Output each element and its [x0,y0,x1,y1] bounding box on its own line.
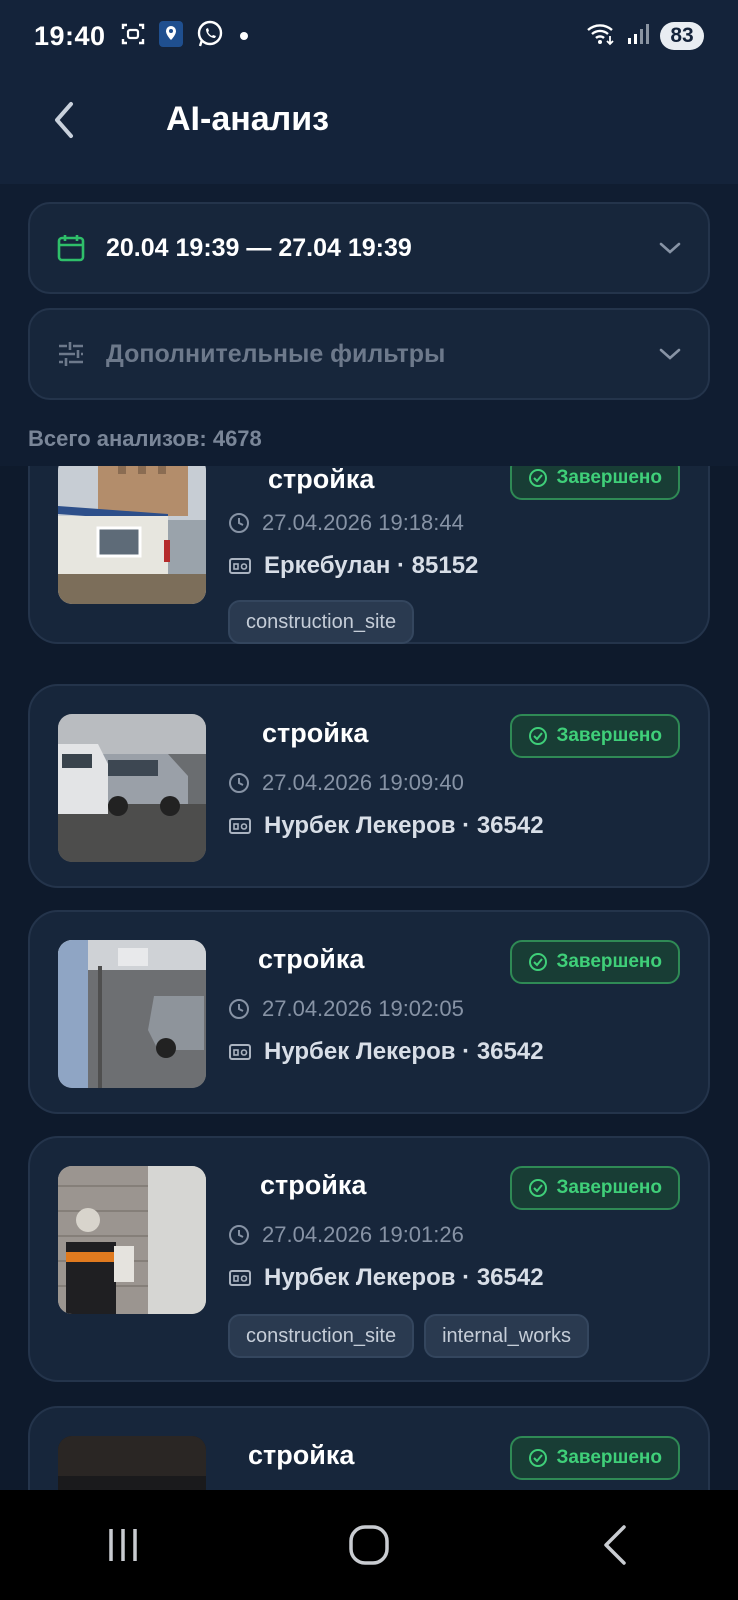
check-circle-icon [529,1449,548,1467]
system-nav-bar [0,1490,738,1600]
recent-apps-button[interactable] [63,1505,183,1585]
card-user: Нурбек Лекеров · 36542 [228,1264,544,1292]
chevron-left-icon [55,102,73,138]
app-bar: AI-анализ [0,72,738,184]
card-datetime: 27.04.2026 19:18:44 [228,510,464,536]
thumbnail-street-photo [58,940,206,1088]
clock-icon [229,773,249,793]
card-title: стройка [248,1440,355,1470]
analysis-card[interactable]: стройка Завершено 27.04.2026 19:18:44 Ер… [28,466,710,644]
status-time: 19:40 [34,20,106,51]
status-badge: Завершено [510,1166,680,1210]
back-icon [604,1525,626,1565]
analysis-card[interactable]: стройка Завершено 27.04.2026 19:02:05 Ну… [28,910,710,1114]
clock-icon [229,999,249,1019]
status-text: Завершено [556,1177,662,1198]
analysis-list[interactable]: стройка Завершено 27.04.2026 19:18:44 Ер… [0,466,738,1490]
card-title: стройка [258,944,365,974]
device-icon [229,1270,251,1286]
additional-filters-label: Дополнительные фильтры [106,339,446,368]
tag[interactable]: construction_site [228,600,415,644]
tag[interactable]: internal_works [424,1314,590,1358]
thumbnail-cars-photo [58,714,206,862]
status-text: Завершено [556,467,662,488]
status-badge: Завершено [510,1436,680,1480]
device-icon [229,1044,251,1060]
thumbnail-building-photo [58,466,206,604]
card-user: Еркебулан · 85152 [228,552,478,580]
home-button[interactable] [309,1505,429,1585]
check-circle-icon [529,469,548,487]
card-title: стройка [262,718,369,748]
whatsapp-icon [196,20,224,53]
notification-dot-icon [239,32,248,40]
analysis-card[interactable]: стройка Завершено 27.04.2026 19:01:26 Ну… [28,1136,710,1382]
clock-icon [229,513,249,533]
page-title: AI-анализ [166,100,330,138]
check-circle-icon [529,1179,548,1197]
device-icon [229,558,251,574]
card-title: стройка [268,466,375,494]
status-badge: Завершено [510,714,680,758]
sliders-icon [59,342,83,366]
filters-panel: 20.04 19:39 — 27.04 19:39 Дополнительные… [0,184,738,466]
location-app-icon [158,20,184,53]
calendar-icon [57,235,85,262]
battery-indicator: 83 [660,22,704,50]
status-bar: 19:40 83 [0,0,738,72]
status-badge: Завершено [510,466,680,500]
chevron-down-icon [659,242,681,254]
card-tags: construction_site internal_works [228,1314,590,1358]
card-tags: construction_site [228,600,415,644]
card-datetime: 27.04.2026 19:09:40 [228,770,464,796]
signal-icon [626,22,650,51]
card-user: Нурбек Лекеров · 36542 [228,812,544,840]
analysis-card[interactable]: стройка Завершено [28,1406,710,1490]
wifi-icon [586,22,616,51]
back-button[interactable] [40,96,88,144]
clock-icon [229,1225,249,1245]
status-text: Завершено [556,1447,662,1468]
card-datetime: 27.04.2026 19:01:26 [228,1222,464,1248]
recent-apps-icon [109,1529,137,1561]
date-range-selector[interactable]: 20.04 19:39 — 27.04 19:39 [28,202,710,294]
total-count: Всего анализов: 4678 [28,426,262,451]
device-icon [229,818,251,834]
card-title: стройка [260,1170,367,1200]
analysis-card[interactable]: стройка Завершено 27.04.2026 19:09:40 Ну… [28,684,710,888]
card-user: Нурбек Лекеров · 36542 [228,1038,544,1066]
status-text: Завершено [556,725,662,746]
tag[interactable]: construction_site [228,1314,415,1358]
check-circle-icon [529,727,548,745]
thumbnail-dark-photo [58,1436,206,1490]
status-badge: Завершено [510,940,680,984]
screenshot-icon [120,21,146,52]
card-datetime: 27.04.2026 19:02:05 [228,996,464,1022]
chevron-down-icon [659,348,681,360]
system-back-button[interactable] [555,1505,675,1585]
date-range-text: 20.04 19:39 — 27.04 19:39 [106,233,412,262]
thumbnail-worker-photo [58,1166,206,1314]
status-text: Завершено [556,951,662,972]
additional-filters-toggle[interactable]: Дополнительные фильтры [28,308,710,400]
check-circle-icon [529,953,548,971]
home-icon [349,1525,389,1565]
